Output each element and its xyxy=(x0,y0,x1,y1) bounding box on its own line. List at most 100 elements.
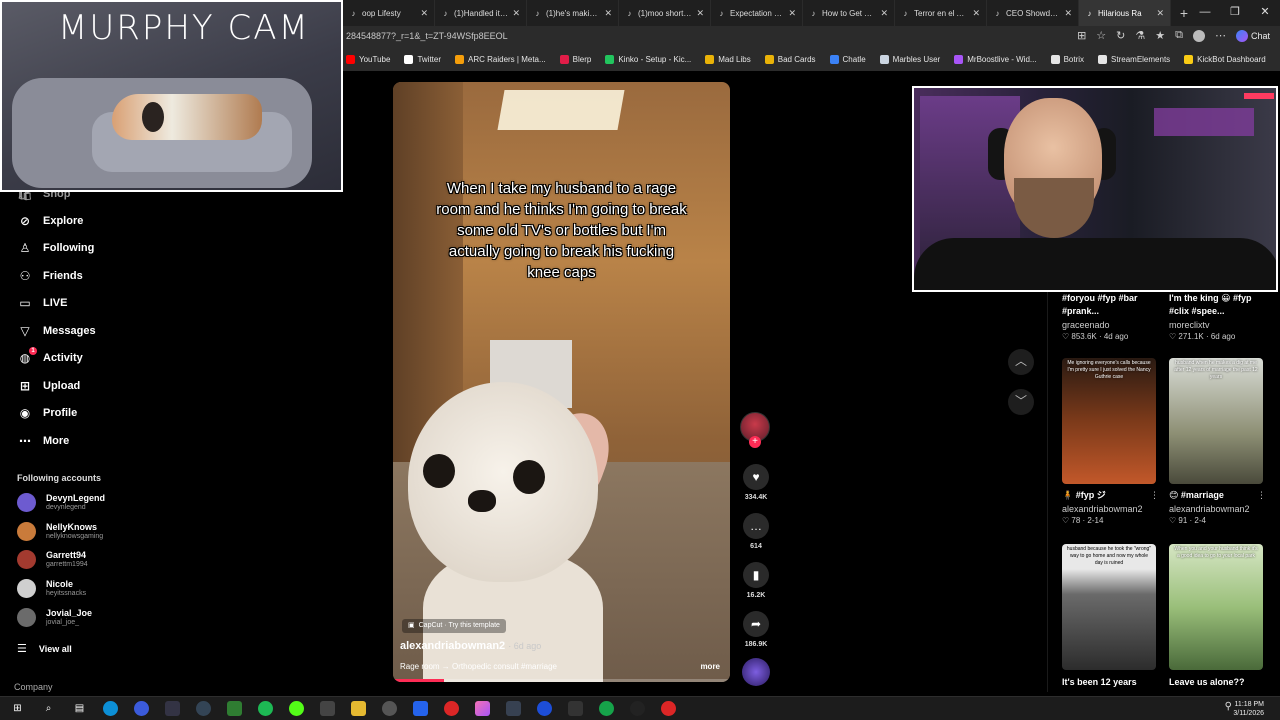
bookmark-item[interactable]: StreamElements xyxy=(1098,55,1170,64)
browser-tab[interactable]: ♪ Hilarious Ra ✕ xyxy=(1079,0,1171,26)
favorites-icon[interactable]: ★ xyxy=(1155,29,1165,42)
file-explorer-icon[interactable] xyxy=(351,701,366,716)
app-icon[interactable] xyxy=(537,701,552,716)
video-progress-bar[interactable] xyxy=(393,679,730,682)
windows-start-icon[interactable]: ⊞ xyxy=(10,701,25,716)
bookmark-star-icon[interactable]: ☆ xyxy=(1096,29,1106,42)
browser-tab[interactable]: ♪ oop Lifesty ✕ xyxy=(343,0,435,26)
card-author[interactable]: graceenado xyxy=(1062,320,1162,330)
refresh-icon[interactable]: ↻ xyxy=(1116,29,1125,42)
kick-icon[interactable] xyxy=(289,701,304,716)
recommended-video-card[interactable]: #foryou #fyp #bar #prank... graceenado ♡ 8… xyxy=(1062,292,1162,341)
following-account-item[interactable]: Nicole heyitssnacks xyxy=(17,579,86,598)
app-icon[interactable] xyxy=(134,701,149,716)
app-icon[interactable] xyxy=(599,701,614,716)
recommended-video-card[interactable]: Leave us alone?? xyxy=(1169,676,1269,689)
app-icon[interactable] xyxy=(506,701,521,716)
card-author[interactable]: alexandriabowman2 xyxy=(1169,504,1269,514)
app-icon[interactable] xyxy=(475,701,490,716)
sidebar-item-upload[interactable]: ⊞ Upload xyxy=(17,378,80,394)
profile-avatar-icon[interactable] xyxy=(1192,29,1205,42)
sidebar-item-profile[interactable]: ◉ Profile xyxy=(17,405,77,421)
close-tab-icon[interactable]: ✕ xyxy=(880,8,888,19)
sidebar-item-explore[interactable]: ⊘ Explore xyxy=(17,213,83,229)
sidebar-item-live[interactable]: ▭ LIVE xyxy=(17,295,67,311)
app-icon[interactable] xyxy=(413,701,428,716)
close-tab-icon[interactable]: ✕ xyxy=(972,8,980,19)
bookmark-item[interactable]: Kinko - Setup - Kic... xyxy=(605,55,691,64)
recommended-thumbnail[interactable]: When you and your husband think it's a g… xyxy=(1169,544,1263,670)
bookmark-item[interactable]: Blerp xyxy=(559,55,591,64)
browser-tab[interactable]: ♪ Expectation vs. R✕ xyxy=(711,0,803,26)
task-view-icon[interactable]: ▤ xyxy=(72,701,87,716)
card-options-icon[interactable]: ⋮ xyxy=(1257,490,1266,501)
bookmark-item[interactable]: Twitter xyxy=(404,55,441,64)
browser-tab[interactable]: ♪ CEO Showdown:✕ xyxy=(987,0,1079,26)
like-action[interactable]: ♥ 334.4K xyxy=(738,464,774,501)
bookmark-item[interactable]: Chatle xyxy=(829,55,866,64)
bookmark-item[interactable]: ARC Raiders | Meta... xyxy=(455,55,546,64)
previous-video-button[interactable]: ︿ xyxy=(1008,349,1034,375)
view-all-button[interactable]: ☰ View all xyxy=(17,642,72,655)
app-icon[interactable] xyxy=(227,701,242,716)
minimize-icon[interactable]: — xyxy=(1190,0,1220,26)
comment-icon[interactable]: … xyxy=(743,513,769,539)
browser-tab[interactable]: ♪ (1)moo short #n ✕ xyxy=(619,0,711,26)
share-icon[interactable]: ➦ xyxy=(743,611,769,637)
app-icon[interactable] xyxy=(196,701,211,716)
search-icon[interactable]: ⌕ xyxy=(41,701,56,716)
following-account-item[interactable]: Garrett94 garrettm1994 xyxy=(17,550,88,569)
follow-plus-icon[interactable]: + xyxy=(749,436,761,448)
next-video-button[interactable]: ﹀ xyxy=(1008,389,1034,415)
browser-tab[interactable]: ♪ (1)he's making a ✕ xyxy=(527,0,619,26)
recommended-thumbnail[interactable]: Me ignoring everyone's calls because I'm… xyxy=(1062,358,1156,484)
maximize-icon[interactable]: ❐ xyxy=(1220,0,1250,26)
bookmark-item[interactable]: Bad Cards xyxy=(764,55,816,64)
following-account-item[interactable]: DevynLegend devynlegend xyxy=(17,493,105,512)
bookmark-icon[interactable]: ▮ xyxy=(743,562,769,588)
more-description-link[interactable]: more xyxy=(700,662,720,671)
app-icon[interactable] xyxy=(568,701,583,716)
close-tab-icon[interactable]: ✕ xyxy=(1156,8,1164,19)
capcut-template-link[interactable]: ▣ CapCut · Try this template xyxy=(402,619,506,633)
extensions-icon[interactable]: ⚗ xyxy=(1135,29,1145,42)
taskbar-clock[interactable]: 11:18 PM 3/11/2026 xyxy=(1233,700,1264,718)
recommended-video-card[interactable]: 🧍 #fyp ジ alexandriabowman2 ♡ 78 · 2-14 xyxy=(1062,489,1162,525)
company-link[interactable]: Company xyxy=(14,682,53,692)
collections-icon[interactable]: ⧉ xyxy=(1175,29,1183,42)
app-icon[interactable] xyxy=(444,701,459,716)
video-author[interactable]: alexandriabowman2 · 6d ago xyxy=(400,640,541,652)
app-icon[interactable] xyxy=(382,701,397,716)
close-tab-icon[interactable]: ✕ xyxy=(512,8,520,19)
browser-tab[interactable]: ♪ (1)Handled it pr ✕ xyxy=(435,0,527,26)
bookmark-item[interactable]: Mad Libs xyxy=(705,55,751,64)
video-player[interactable]: When I take my husband to a rage room an… xyxy=(393,82,730,682)
share-action[interactable]: ➦ 186.9K xyxy=(738,611,774,648)
browser-tab[interactable]: ♪ How to Get Your ✕ xyxy=(803,0,895,26)
close-tab-icon[interactable]: ✕ xyxy=(604,8,612,19)
card-author[interactable]: moreclixtv xyxy=(1169,320,1269,330)
sidebar-item-friends[interactable]: ⚇ Friends xyxy=(17,268,83,284)
close-tab-icon[interactable]: ✕ xyxy=(1064,8,1072,19)
following-account-item[interactable]: Jovial_Joe jovial_joe_ xyxy=(17,608,92,627)
recommended-video-card[interactable]: It's been 12 years xyxy=(1062,676,1162,689)
spotify-icon[interactable] xyxy=(258,701,273,716)
network-icon[interactable]: ⚲ xyxy=(1225,701,1232,712)
obs-icon[interactable] xyxy=(630,701,645,716)
comment-action[interactable]: … 614 xyxy=(738,513,774,550)
browser-tab[interactable]: ♪ Terror en el Asce ✕ xyxy=(895,0,987,26)
recommended-thumbnail[interactable]: husband because he took the "wrong" way … xyxy=(1062,544,1156,670)
recommended-thumbnail[interactable]: husband when he makes a dig at me after … xyxy=(1169,358,1263,484)
edge-icon[interactable] xyxy=(103,701,118,716)
sidebar-item-following[interactable]: ♙ Following xyxy=(17,240,95,256)
app-icon[interactable] xyxy=(661,701,676,716)
sidebar-item-activity[interactable]: ◍ 1 Activity xyxy=(17,347,83,366)
heart-icon[interactable]: ♥ xyxy=(743,464,769,490)
bookmark-item[interactable]: YouTube xyxy=(346,55,390,64)
sidebar-item-messages[interactable]: ▽ Messages xyxy=(17,323,95,339)
close-tab-icon[interactable]: ✕ xyxy=(788,8,796,19)
card-options-icon[interactable]: ⋮ xyxy=(1150,490,1159,501)
app-icon[interactable] xyxy=(320,701,335,716)
recommended-video-card[interactable]: 😊 #marriage alexandriabowman2 ♡ 91 · 2-4 xyxy=(1169,489,1269,525)
bookmarks-overflow-icon[interactable]: › xyxy=(1263,5,1266,16)
